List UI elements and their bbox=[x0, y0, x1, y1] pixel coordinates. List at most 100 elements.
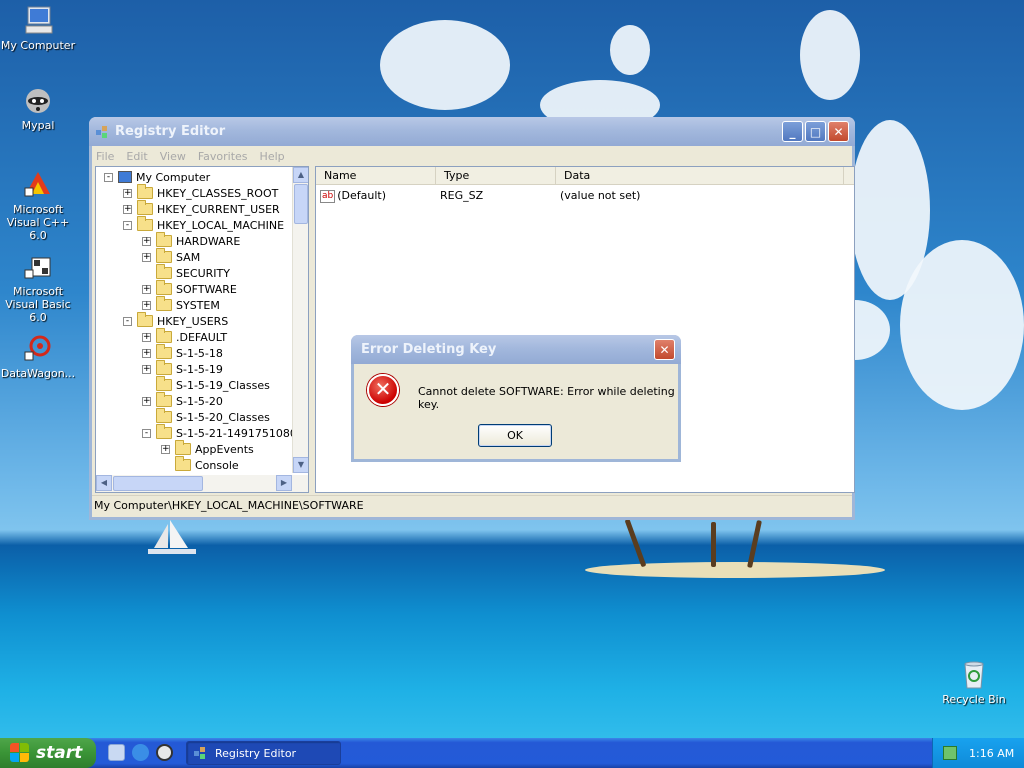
tree-node-label: AppEvents bbox=[195, 442, 254, 456]
menu-favorites[interactable]: Favorites bbox=[198, 150, 248, 163]
taskbar: start Registry Editor 1:16 AM bbox=[0, 738, 1024, 768]
status-bar: My Computer\HKEY_LOCAL_MACHINE\SOFTWARE bbox=[92, 495, 852, 517]
clock[interactable]: 1:16 AM bbox=[969, 747, 1014, 760]
registry-tree[interactable]: - My Computer + HKEY_CLASSES_ROOT + HKEY_CURR… bbox=[95, 166, 309, 493]
tree-node[interactable]: - HKEY_LOCAL_MACHINE bbox=[123, 216, 284, 233]
scroll-up-arrow-icon[interactable]: ▲ bbox=[293, 167, 308, 183]
tree-vertical-scrollbar[interactable]: ▲ ▼ bbox=[292, 167, 308, 473]
collapse-icon[interactable]: - bbox=[104, 172, 113, 182]
scroll-thumb[interactable] bbox=[294, 184, 308, 224]
menu-bar: File Edit View Favorites Help bbox=[92, 146, 852, 166]
tree-node[interactable]: - HKEY_USERS bbox=[123, 312, 228, 329]
maximize-button[interactable]: □ bbox=[805, 121, 826, 142]
menu-view[interactable]: View bbox=[160, 150, 186, 163]
ok-button[interactable]: OK bbox=[478, 424, 552, 447]
desktop-icon-label: Microsoft Visual C++ 6.0 bbox=[6, 203, 70, 242]
tree-node[interactable]: + AppEvents bbox=[161, 440, 254, 457]
cloud bbox=[800, 10, 860, 100]
column-header-name[interactable]: Name bbox=[316, 167, 436, 184]
folder-icon bbox=[156, 280, 172, 295]
desktop-icon-recycle-bin[interactable]: Recycle Bin bbox=[934, 658, 1014, 706]
tree-node[interactable]: Console bbox=[161, 456, 239, 473]
expand-icon[interactable]: + bbox=[142, 236, 151, 246]
expand-icon[interactable]: + bbox=[142, 332, 151, 342]
tree-node[interactable]: + S-1-5-20 bbox=[142, 392, 223, 409]
tree-node[interactable]: + S-1-5-19 bbox=[142, 360, 223, 377]
dialog-titlebar[interactable]: Error Deleting Key ✕ bbox=[351, 335, 681, 364]
minimize-icon: _ bbox=[789, 124, 796, 139]
expand-icon[interactable]: + bbox=[142, 300, 151, 310]
desktop-icon-my-computer[interactable]: My Computer bbox=[0, 4, 78, 52]
taskbar-item-registry-editor[interactable]: Registry Editor bbox=[186, 741, 341, 765]
expand-icon[interactable]: + bbox=[142, 284, 151, 294]
folder-icon bbox=[175, 440, 191, 455]
expand-icon[interactable]: + bbox=[142, 396, 151, 406]
expand-icon[interactable]: + bbox=[161, 444, 170, 454]
scroll-right-arrow-icon[interactable]: ▶ bbox=[276, 475, 292, 491]
expand-icon[interactable]: + bbox=[142, 364, 151, 374]
scroll-thumb[interactable] bbox=[113, 476, 203, 491]
minimize-button[interactable]: _ bbox=[782, 121, 803, 142]
tree-node[interactable]: + SOFTWARE bbox=[142, 280, 237, 297]
scroll-down-arrow-icon[interactable]: ▼ bbox=[293, 457, 308, 473]
tree-node-label: SECURITY bbox=[176, 266, 230, 280]
folder-icon bbox=[156, 344, 172, 359]
column-header-type[interactable]: Type bbox=[436, 167, 556, 184]
tree-node[interactable]: + SAM bbox=[142, 248, 201, 265]
folder-icon bbox=[156, 408, 172, 423]
window-titlebar[interactable]: Registry Editor _ □ ✕ bbox=[89, 117, 855, 146]
tree-node[interactable]: S-1-5-20_Classes bbox=[142, 408, 270, 425]
tree-node[interactable]: S-1-5-19_Classes bbox=[142, 376, 270, 393]
error-dialog: Error Deleting Key ✕ ✕ Cannot delete SOF… bbox=[351, 335, 681, 462]
collapse-icon[interactable]: - bbox=[123, 220, 132, 230]
folder-icon bbox=[156, 296, 172, 311]
expand-icon[interactable]: + bbox=[142, 252, 151, 262]
tree-node[interactable]: + .DEFAULT bbox=[142, 328, 227, 345]
tree-node[interactable]: - My Computer bbox=[104, 169, 210, 185]
quicklaunch-internet-explorer-icon[interactable] bbox=[132, 744, 149, 761]
desktop-icon-visual-cpp[interactable]: Microsoft Visual C++ 6.0 bbox=[0, 168, 78, 242]
tree-node-label: SAM bbox=[176, 250, 201, 264]
tree-list: - My Computer + HKEY_CLASSES_ROOT + HKEY_CURR… bbox=[96, 167, 293, 473]
dialog-close-button[interactable]: ✕ bbox=[654, 339, 675, 360]
value-data: (value not set) bbox=[560, 189, 641, 202]
tree-node[interactable]: SECURITY bbox=[142, 264, 230, 281]
value-name: (Default) bbox=[337, 189, 387, 202]
close-button[interactable]: ✕ bbox=[828, 121, 849, 142]
desktop-icon-mypal[interactable]: Mypal bbox=[0, 84, 78, 132]
list-header: Name Type Data bbox=[316, 167, 854, 185]
datawagon-icon bbox=[24, 335, 51, 361]
expand-icon[interactable]: + bbox=[123, 188, 132, 198]
expand-icon[interactable]: + bbox=[123, 204, 132, 214]
tree-node[interactable]: - S-1-5-21-1491751080-2 bbox=[142, 424, 293, 441]
start-button[interactable]: start bbox=[0, 738, 96, 768]
menu-edit[interactable]: Edit bbox=[126, 150, 147, 163]
system-tray: 1:16 AM bbox=[932, 738, 1024, 768]
my-computer-icon bbox=[118, 171, 132, 183]
column-header-data[interactable]: Data bbox=[556, 167, 844, 184]
tree-node[interactable]: + HKEY_CURRENT_USER bbox=[123, 200, 280, 217]
scroll-left-arrow-icon[interactable]: ◀ bbox=[96, 475, 112, 491]
desktop-icon-datawagon[interactable]: DataWagon... bbox=[0, 332, 78, 380]
registry-editor-icon bbox=[96, 125, 107, 138]
tree-node[interactable]: + SYSTEM bbox=[142, 296, 220, 313]
desktop-icon-visual-basic[interactable]: Microsoft Visual Basic 6.0 bbox=[0, 250, 78, 324]
menu-file[interactable]: File bbox=[96, 150, 114, 163]
collapse-icon[interactable]: - bbox=[142, 428, 151, 438]
menu-help[interactable]: Help bbox=[260, 150, 285, 163]
tree-horizontal-scrollbar[interactable]: ◀ ▶ bbox=[96, 475, 308, 492]
quicklaunch-desktop-icon[interactable] bbox=[108, 744, 125, 761]
quicklaunch-media-player-icon[interactable] bbox=[156, 744, 173, 761]
tree-node[interactable]: + HKEY_CLASSES_ROOT bbox=[123, 184, 278, 201]
list-row[interactable]: ab (Default) REG_SZ (value not set) bbox=[316, 187, 854, 205]
collapse-icon[interactable]: - bbox=[123, 316, 132, 326]
expand-icon[interactable]: + bbox=[142, 348, 151, 358]
network-icon[interactable] bbox=[943, 746, 957, 760]
tree-node[interactable]: + S-1-5-18 bbox=[142, 344, 223, 361]
visual-cpp-icon bbox=[24, 172, 50, 197]
tree-node-label: HARDWARE bbox=[176, 234, 241, 248]
windows-flag-icon bbox=[10, 743, 30, 763]
tree-node[interactable]: + HARDWARE bbox=[142, 232, 241, 249]
